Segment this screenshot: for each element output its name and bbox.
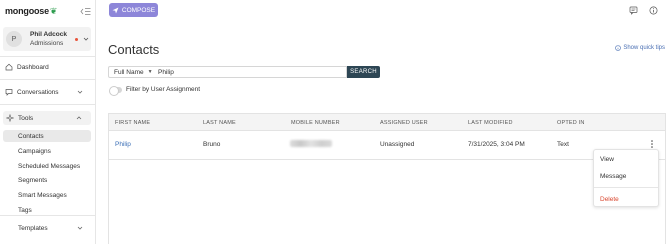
divider [0,215,95,216]
more-vertical-icon[interactable] [649,139,655,149]
cell-last-name: Bruno [203,141,221,148]
logo-row: mongoose❦ [5,4,91,18]
divider [0,56,95,57]
menu-divider [594,187,658,188]
compose-label: COMPOSE [121,6,156,14]
info-icon [615,45,622,51]
nav-conversations-label: Conversations [17,88,59,96]
search-input[interactable]: Philip [153,66,347,78]
logo-text: mongoose [5,5,49,16]
chevron-up-icon [76,116,82,120]
sidebar: mongoose❦ P Phil Adcock Admissions Dashb… [0,0,96,244]
menu-item-view[interactable]: View [600,156,614,163]
cell-mobile-number-redacted [290,140,332,147]
nav-tools[interactable]: Tools [3,111,91,125]
search-field-value: Full Name [114,68,144,76]
search-button[interactable]: SEARCH [347,66,380,78]
chevron-down-icon[interactable] [83,36,89,42]
status-dot [75,38,78,41]
home-icon [5,63,13,71]
avatar: P [6,31,22,47]
topbar: COMPOSE [97,0,670,22]
column-header-last-name[interactable]: LAST NAME [203,120,236,126]
send-icon [112,7,119,13]
table-header: FIRST NAME LAST NAME MOBILE NUMBER ASSIG… [109,114,665,131]
caret-down-icon: ▼ [147,69,153,75]
nav-conversations[interactable]: Conversations [0,85,95,99]
nav-templates-label: Templates [18,224,48,232]
row-divider [109,159,665,160]
chevron-down-icon [77,226,83,230]
mongoose-logo[interactable]: mongoose❦ [5,6,57,17]
nav-tools-label: Tools [18,114,34,122]
quick-tips-label: Show quick tips [623,45,665,51]
column-header-mobile-number[interactable]: MOBILE NUMBER [291,120,340,126]
user-name: Phil Adcock [30,31,67,38]
chat-icon [5,89,13,96]
nav-smart-messages[interactable]: Smart Messages [3,189,91,201]
nav-segments[interactable]: Segments [3,174,91,186]
chevron-down-icon [77,90,83,94]
menu-item-message[interactable]: Message [600,173,626,180]
column-header-last-modified[interactable]: LAST MODIFIED [468,120,513,126]
column-header-assigned-user[interactable]: ASSIGNED USER [380,120,428,126]
info-icon[interactable] [649,6,658,15]
collapse-sidebar-icon[interactable] [80,7,91,16]
column-header-opted-in[interactable]: OPTED IN [557,120,585,126]
nav-campaigns[interactable]: Campaigns [3,145,91,157]
divider [0,79,95,80]
compose-button[interactable]: COMPOSE [109,3,158,17]
page-title: Contacts [108,42,160,57]
tools-icon [6,114,14,122]
column-header-first-name[interactable]: FIRST NAME [115,120,150,126]
nav-templates[interactable]: Templates [0,221,95,235]
nav-dashboard[interactable]: Dashboard [0,60,95,74]
contacts-table: FIRST NAME LAST NAME MOBILE NUMBER ASSIG… [108,113,666,244]
cell-opted-in: Text [557,141,569,148]
cell-assigned-user: Unassigned [380,141,415,148]
nav-scheduled-messages[interactable]: Scheduled Messages [3,160,91,172]
nav-dashboard-label: Dashboard [17,63,49,71]
divider [0,104,95,105]
nav-contacts[interactable]: Contacts [3,130,91,142]
filter-label: Filter by User Assignment [126,86,201,93]
row-action-menu: View Message Delete [593,149,659,207]
menu-item-delete[interactable]: Delete [600,196,619,203]
user-department: Admissions [30,40,64,47]
messages-icon[interactable] [629,6,638,15]
user-switcher[interactable]: P Phil Adcock Admissions [3,27,91,51]
quick-tips-link[interactable]: Show quick tips [615,45,665,51]
search-field-select[interactable]: Full Name ▼ [108,66,154,78]
cell-last-modified: 7/31/2025, 3:04 PM [468,141,525,148]
cell-first-name[interactable]: Philip [115,141,131,148]
leaf-icon: ❦ [49,5,58,16]
user-assignment-toggle[interactable] [109,86,122,96]
